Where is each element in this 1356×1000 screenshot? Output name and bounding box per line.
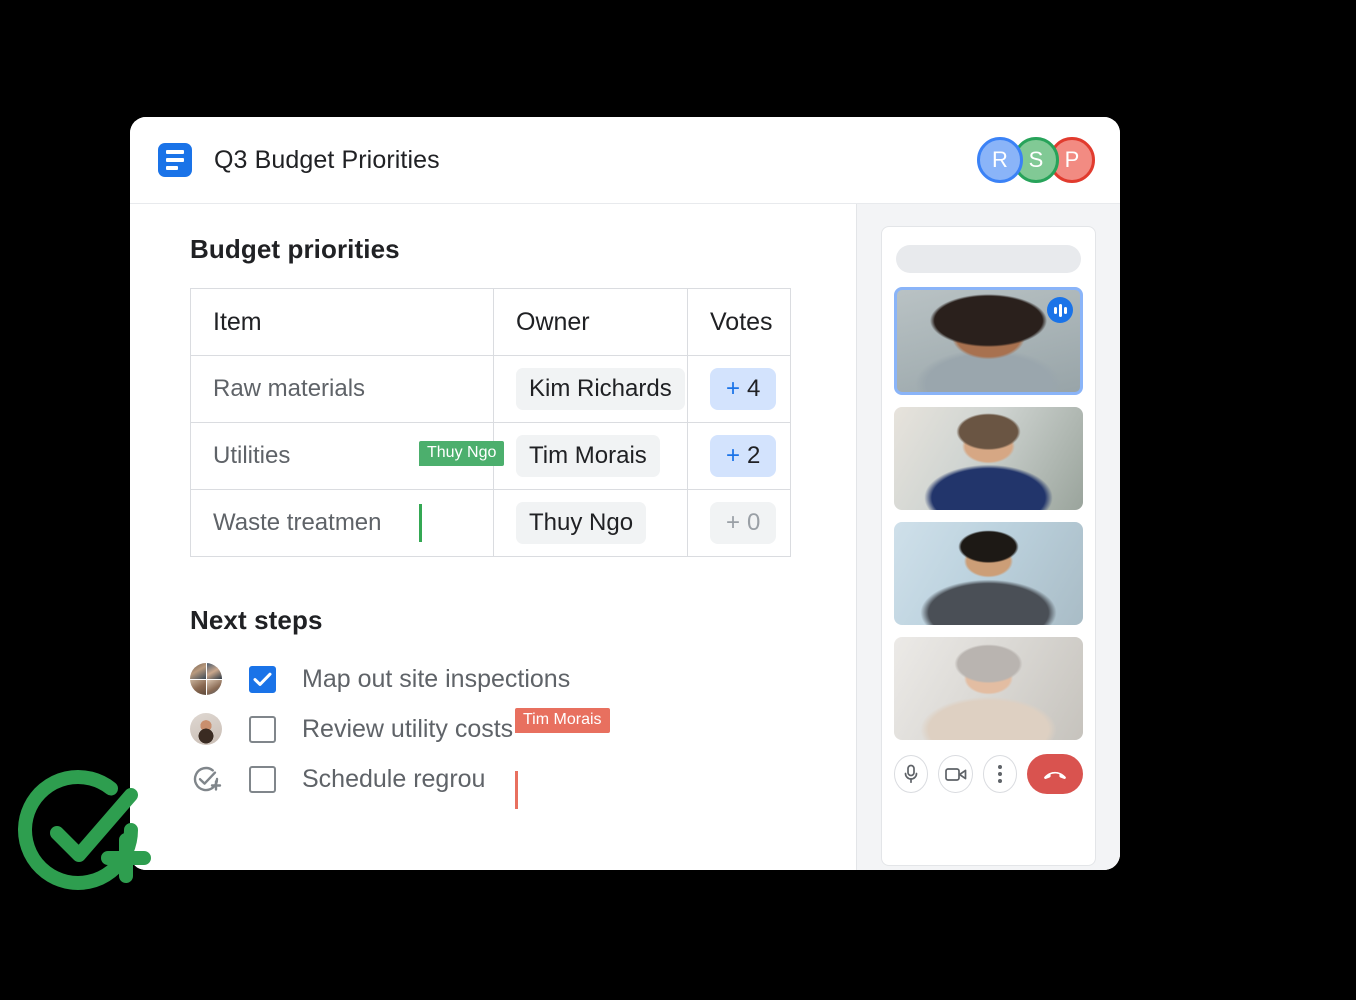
- owner-chip[interactable]: Thuy Ngo: [516, 502, 647, 544]
- dot-1: [998, 765, 1003, 769]
- avatar-p-initial: P: [1064, 147, 1080, 172]
- cursor-name-label: Tim Morais: [515, 707, 610, 733]
- doc-icon-bar-1: [166, 150, 184, 154]
- table-row[interactable]: Raw materials Kim Richards +4: [190, 355, 791, 423]
- document-pane[interactable]: Budget priorities Item Owner Votes Raw m…: [130, 204, 856, 870]
- vote-count: 4: [747, 375, 761, 402]
- document-icon[interactable]: [158, 143, 192, 177]
- group-avatar-face-2: [206, 663, 222, 679]
- list-item-label: Map out site inspections: [302, 664, 571, 693]
- page-title: Q3 Budget Priorities: [214, 145, 440, 174]
- table-header-row: Item Owner Votes: [190, 288, 791, 356]
- list-item[interactable]: Map out site inspections: [190, 654, 856, 704]
- cursor-name-label: Thuy Ngo: [419, 441, 505, 466]
- list-item-label: Schedule regrou Tim Morais: [302, 707, 610, 809]
- list-item-label: Review utility costs: [302, 714, 514, 743]
- column-header-item: Item: [190, 288, 494, 356]
- screenshot-stage: Q3 Budget Priorities R S P Budget priori…: [0, 0, 1356, 1000]
- next-steps-list: Map out site inspections Review utility …: [190, 654, 856, 809]
- vote-plus-sign: +: [726, 375, 741, 402]
- speaking-indicator-icon: [1047, 297, 1073, 323]
- budget-priorities-table: Item Owner Votes Raw materials Kim Richa…: [190, 288, 791, 557]
- search-input[interactable]: [896, 245, 1081, 273]
- wave-bar-3: [1063, 306, 1067, 314]
- cell-votes[interactable]: +0: [687, 489, 791, 557]
- cell-owner[interactable]: Kim Richards: [493, 355, 688, 423]
- cursor-caret: [419, 504, 422, 542]
- vote-count: 2: [747, 442, 761, 469]
- cursor-caret: [515, 770, 518, 809]
- checkbox-map-out-site-inspections[interactable]: [249, 665, 276, 693]
- group-avatar-face-3: [190, 679, 206, 695]
- cell-item[interactable]: Raw materials: [190, 355, 494, 423]
- owner-chip[interactable]: Tim Morais: [516, 435, 660, 477]
- checkbox-review-utility-costs[interactable]: [249, 715, 276, 743]
- cell-item[interactable]: Waste treatmen Thuy Ngo: [190, 441, 505, 557]
- window-body: Budget priorities Item Owner Votes Raw m…: [130, 204, 1120, 870]
- cell-item-text: Waste treatmen: [213, 509, 382, 536]
- cell-votes[interactable]: +2: [687, 422, 791, 490]
- column-header-votes: Votes: [687, 288, 791, 356]
- list-item[interactable]: Schedule regrou Tim Morais: [190, 707, 856, 809]
- call-controls-bar: [894, 754, 1084, 794]
- phone-hangup-icon: [1044, 771, 1067, 780]
- video-tile-participant-1[interactable]: [894, 287, 1083, 395]
- avatar-r-initial: R: [992, 147, 1008, 172]
- dot-3: [998, 779, 1003, 783]
- doc-icon-bar-2: [166, 158, 184, 162]
- wave-bar-2: [1058, 303, 1062, 317]
- doc-icon-bar-3: [166, 166, 178, 170]
- video-call-card: [881, 226, 1096, 866]
- list-item-label-text: Schedule regrou: [302, 764, 486, 793]
- microphone-icon: [904, 764, 918, 784]
- group-avatar-face-1: [190, 663, 206, 679]
- vote-plus-sign: +: [726, 509, 741, 536]
- cell-votes[interactable]: +4: [687, 355, 791, 423]
- video-tile-participant-2[interactable]: [894, 407, 1083, 510]
- vote-plus-sign: +: [726, 442, 741, 469]
- window-titlebar: Q3 Budget Priorities R S P: [130, 117, 1120, 204]
- avatar-s-initial: S: [1028, 147, 1044, 172]
- dot-2: [998, 772, 1003, 776]
- three-dots-icon: [998, 765, 1003, 783]
- add-task-icon[interactable]: [190, 763, 222, 795]
- app-window: Q3 Budget Priorities R S P Budget priori…: [130, 117, 1120, 870]
- column-header-owner: Owner: [493, 288, 688, 356]
- video-tile-participant-4[interactable]: [894, 637, 1083, 740]
- cell-owner[interactable]: Tim Morais: [493, 422, 688, 490]
- next-steps-heading: Next steps: [190, 605, 323, 635]
- more-options-button[interactable]: [982, 755, 1018, 793]
- avatar: [190, 713, 222, 745]
- checkbox-schedule-regroup[interactable]: [249, 765, 276, 793]
- vote-button[interactable]: +0: [710, 502, 777, 544]
- hang-up-button[interactable]: [1027, 754, 1084, 794]
- presence-avatar-group: R S P: [977, 137, 1095, 183]
- cell-owner[interactable]: Thuy Ngo: [493, 489, 688, 557]
- group-avatar-face-4: [206, 679, 222, 695]
- video-camera-icon: [944, 767, 966, 781]
- avatar-photo: [190, 713, 222, 745]
- checkmark-icon: [253, 672, 272, 686]
- avatar-r[interactable]: R: [977, 137, 1023, 183]
- vote-button[interactable]: +4: [710, 368, 777, 410]
- video-tile-participant-3[interactable]: [894, 522, 1083, 625]
- wave-bar-1: [1053, 306, 1057, 314]
- vote-button[interactable]: +2: [710, 435, 777, 477]
- check-circle-plus-icon: [13, 755, 163, 905]
- group-avatar: [190, 663, 222, 695]
- table-row[interactable]: Waste treatmen Thuy Ngo Thuy Ngo + 0: [190, 441, 791, 557]
- camera-button[interactable]: [938, 755, 973, 793]
- owner-chip[interactable]: Kim Richards: [516, 368, 685, 410]
- microphone-button[interactable]: [894, 755, 929, 793]
- budget-priorities-heading: Budget priorities: [190, 234, 400, 264]
- video-call-pane: [856, 204, 1120, 870]
- vote-count: 0: [747, 509, 761, 536]
